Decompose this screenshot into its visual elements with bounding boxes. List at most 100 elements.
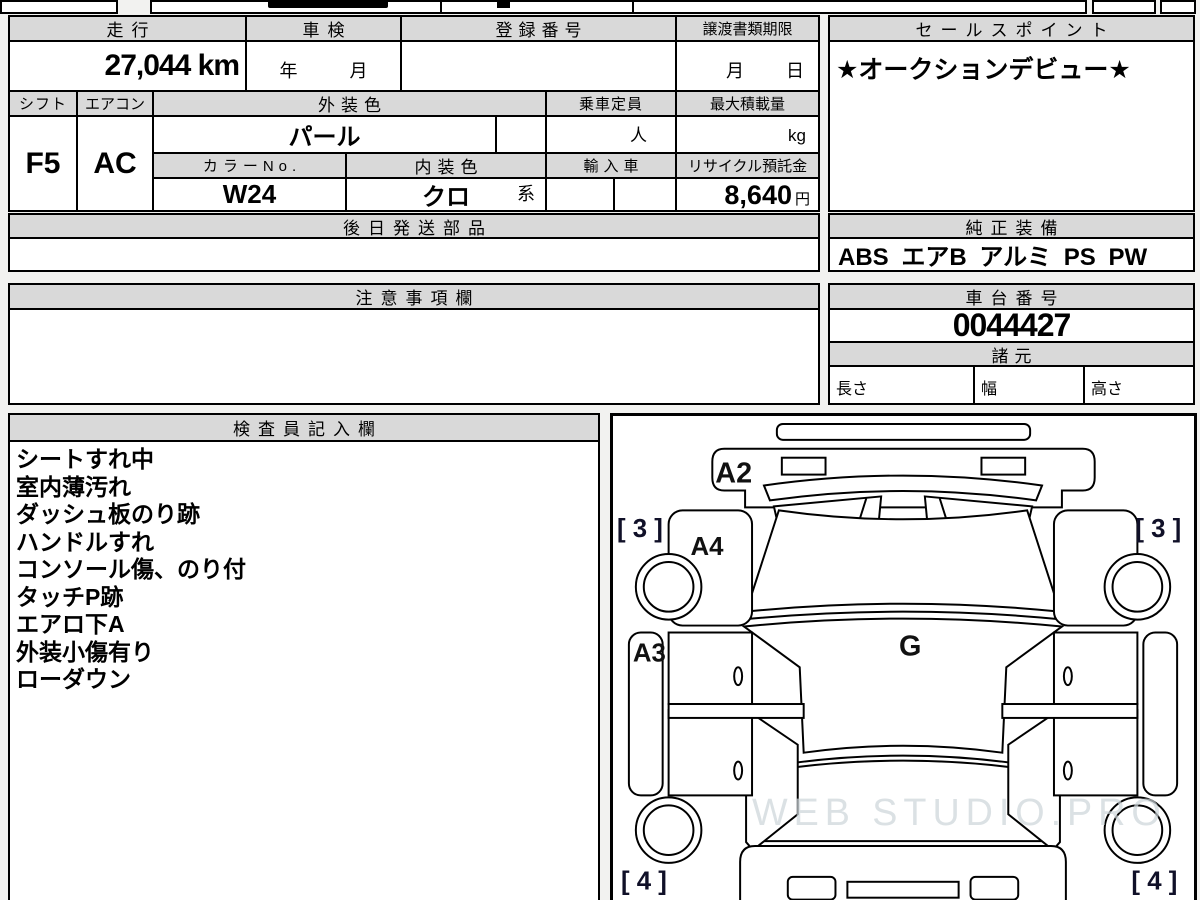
exterior-color-header: 外装色 [152,90,547,117]
sales-point-value: ★オークションデビュー★ [828,40,1195,212]
wheel-grade-4-left: [ 4 ] [621,868,667,896]
cutoff-cell [440,0,634,14]
diagram-wheel-front-left-inner [642,561,695,613]
aircon-header: エアコン [76,90,154,117]
diagram-rear-plate [846,880,960,899]
registration-value [400,40,677,92]
watermark-text: WEB STUDIO.PRO [752,791,1167,833]
capacity-header: 乗車定員 [545,90,677,117]
diagram-wheel-front-right-inner [1111,561,1164,613]
recycle-unit-label: 円 [794,191,810,208]
chassis-panel: 車台番号 0044427 諸元 長さ 幅 高さ [828,283,1195,405]
registration-header: 登録番号 [400,15,677,42]
maxload-unit-label: kg [788,126,806,145]
cutoff-row-text-fragment [497,1,510,8]
wheel-grade-3-left: [ 3 ] [617,515,663,543]
color-no-value: W24 [152,177,347,212]
aircon-value: AC [76,115,154,212]
spec-header: 諸元 [828,341,1195,367]
chassis-number-value: 0044427 [828,307,1195,343]
spec-height-cell: 高さ [1083,365,1195,405]
diagram-door-handle [733,760,744,781]
car-diagram: WEB STUDIO.PRO A2 A4 A3 G [ 3 ] [ 3 ] [ … [617,422,1181,900]
exterior-color-extra-cell [495,115,547,154]
import-cell-a [545,177,615,212]
inspection-month-label: 月 [349,61,368,81]
diagram-rear-door-left [667,708,754,797]
inspector-note-line: タッチP跡 [16,583,124,610]
transfer-day-label: 日 [786,61,804,81]
import-cell-b [613,177,677,212]
interior-color-value: クロ 系 [345,177,547,212]
inspector-note-line: ダッシュ板のり跡 [16,501,200,527]
cutoff-cell [632,0,1087,14]
diagram-door-handle [1062,666,1073,687]
recycle-amount: 8,640 [724,180,792,210]
inspector-note-line: エアロ下A [16,611,125,637]
diagram-sill-band-right [1001,703,1139,719]
color-no-header: カラーNo. [152,152,347,179]
damage-label-g: G [899,630,921,662]
inspector-notes-list: シートすれ中 室内薄汚れ ダッシュ板のり跡 ハンドルすれ コンソール傷、のり付 … [10,442,598,698]
cutoff-cell [1160,0,1196,14]
diagram-rear-door-right [1052,708,1139,797]
inspection-date-cell: 年 月 [245,40,402,92]
diagram-bumper-inset-left [780,456,827,476]
recycle-deposit-header: リサイクル預託金 [675,152,820,179]
inspector-note-line: シートすれ中 [16,446,154,472]
maxload-value: kg [675,115,820,154]
shift-header: シフト [8,90,78,117]
equipment-value: ABS エアB アルミ PS PW [828,237,1195,272]
inspector-note-line: ハンドルすれ [16,528,154,555]
vehicle-info-table: 走行 車検 登録番号 譲渡書類期限 27,044 km 年 月 月 日 シフト … [8,15,820,272]
spec-width-cell: 幅 [973,365,1085,405]
shift-value: F5 [8,115,78,212]
later-parts-header: 後日発送部品 [8,213,820,239]
diagram-rocker-right [1142,631,1179,797]
interior-color-text: クロ [422,184,470,211]
inspector-note-line: コンソール傷、のり付 [16,556,246,582]
diagram-roof-strip [775,422,1032,441]
diagram-roof [744,509,1062,613]
wheel-grade-3-right: [ 3 ] [1135,515,1181,543]
transfer-date-cell: 月 日 [675,40,820,92]
diagram-door-handle [733,666,744,687]
equipment-header: 純正装備 [828,213,1195,239]
inspector-note-line: 室内薄汚れ [16,473,131,500]
inspector-notes-panel: 検査員記入欄 シートすれ中 室内薄汚れ ダッシュ板のり跡 ハンドルすれ コンソー… [8,413,600,900]
spec-length-cell: 長さ [828,365,975,405]
inspector-notes-header: 検査員記入欄 [10,415,598,442]
diagram-door-handle [1062,760,1073,781]
diagram-rear-inset-right [969,875,1020,900]
inspection-header: 車検 [245,15,402,42]
diagram-rear-inset-left [786,875,837,900]
import-header: 輸入車 [545,152,677,179]
capacity-unit-label: 人 [630,126,647,145]
capacity-value: 人 [545,115,677,154]
car-damage-diagram-panel: WEB STUDIO.PRO A2 A4 A3 G [ 3 ] [ 3 ] [ … [610,413,1197,900]
mileage-header: 走行 [8,15,247,42]
later-parts-value [8,237,820,272]
interior-color-suffix: 系 [517,184,535,204]
auction-sheet: 走行 車検 登録番号 譲渡書類期限 27,044 km 年 月 月 日 シフト … [0,0,1200,900]
recycle-deposit-value: 8,640 円 [675,177,820,212]
cutoff-cell [1092,0,1156,14]
caution-notes-value [8,308,820,405]
mileage-value: 27,044 km [8,40,247,92]
diagram-bumper-inset-right [980,456,1027,476]
inspection-year-label: 年 [279,61,298,81]
transfer-deadline-header: 譲渡書類期限 [675,15,820,42]
cutoff-row-text-fragment [268,0,388,8]
exterior-color-value: パール [152,115,497,154]
maxload-header: 最大積載量 [675,90,820,117]
damage-label-a2: A2 [715,458,752,490]
inspector-note-line: 外装小傷有り [16,638,154,665]
inspector-note-line: ローダウン [16,666,131,692]
sales-panel: セールスポイント ★オークションデビュー★ 純正装備 ABS エアB アルミ P… [828,15,1195,272]
sales-point-header: セールスポイント [828,15,1195,42]
damage-label-a3: A3 [633,639,666,667]
cutoff-cell [0,0,118,14]
diagram-sill-band-left [667,703,805,719]
chassis-number-header: 車台番号 [828,283,1195,310]
wheel-grade-4-right: [ 4 ] [1131,868,1177,896]
